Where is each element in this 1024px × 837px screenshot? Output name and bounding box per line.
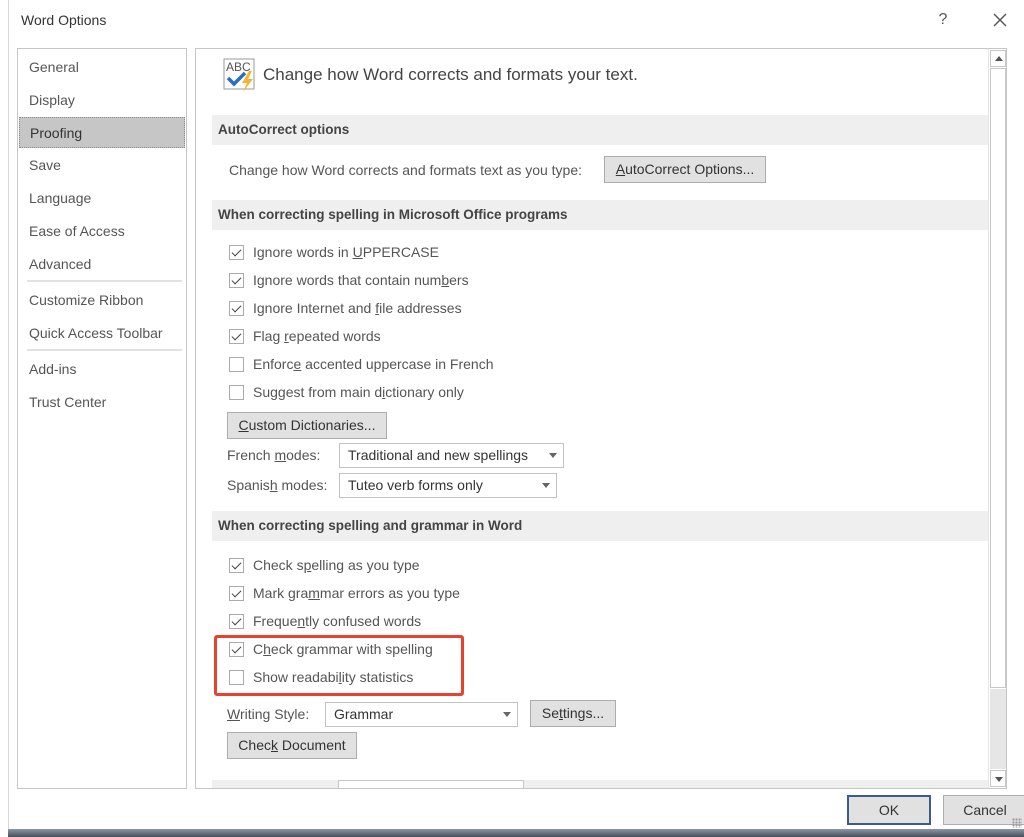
checkbox[interactable]: [229, 272, 244, 288]
word-options-dialog: Word Options ? General Display Proofing …: [8, 0, 1024, 830]
sidebar-item-general[interactable]: General: [19, 52, 185, 83]
option-label: Frequently confused words: [253, 613, 422, 629]
next-section-partial-control: [338, 780, 524, 788]
sidebar-divider: [27, 349, 182, 351]
option-label: Flag repeated words: [253, 328, 381, 344]
checkbox[interactable]: [229, 585, 244, 601]
dialog-title: Word Options: [21, 12, 107, 28]
option-label: Ignore words in UPPERCASE: [253, 244, 439, 260]
checkbox[interactable]: [229, 328, 244, 344]
option-label: Suggest from main dictionary only: [253, 384, 464, 400]
option-label: Check grammar with spelling: [253, 641, 433, 657]
autocorrect-options-button[interactable]: AutoCorrect Options...: [604, 156, 766, 183]
checkbox[interactable]: [229, 244, 244, 260]
sidebar-item-customize-ribbon[interactable]: Customize Ribbon: [19, 285, 185, 316]
window-bottom-edge: [8, 829, 1024, 837]
chevron-down-icon: [549, 453, 557, 458]
option-check-spelling-as-you-type[interactable]: Check spelling as you type: [229, 557, 420, 573]
option-label: Show readability statistics: [253, 669, 414, 685]
scroll-up-arrow-icon[interactable]: [990, 50, 1006, 67]
sidebar-divider: [27, 280, 182, 282]
section-office-spelling: When correcting spelling in Microsoft Of…: [212, 200, 991, 230]
spanish-modes-select[interactable]: Tuteo verb forms only: [339, 473, 557, 498]
checkbox[interactable]: [229, 300, 244, 316]
french-modes-select[interactable]: Traditional and new spellings: [339, 443, 564, 468]
chevron-down-icon: [503, 712, 511, 717]
sidebar-item-proofing[interactable]: Proofing: [19, 117, 185, 148]
svg-text:ABC: ABC: [226, 60, 251, 74]
option-label: Ignore Internet and file addresses: [253, 300, 462, 316]
option-check-grammar-with-spelling[interactable]: Check grammar with spelling: [229, 641, 433, 657]
btn-accel: A: [615, 161, 626, 177]
sidebar-item-ease-of-access[interactable]: Ease of Access: [19, 216, 185, 247]
sidebar-nav: General Display Proofing Save Language E…: [17, 48, 187, 789]
settings-button[interactable]: Settings...: [530, 700, 616, 727]
writing-style-select[interactable]: Grammar: [325, 702, 518, 727]
close-icon: [993, 13, 1007, 27]
scroll-down-arrow-icon[interactable]: [990, 770, 1006, 787]
proofing-content-pane: ABC Change how Word corrects and formats…: [195, 48, 1007, 789]
option-label: Mark grammar errors as you type: [253, 585, 460, 601]
scrollbar-thumb[interactable]: [990, 68, 1006, 688]
title-bar: Word Options ?: [9, 0, 1024, 40]
checkbox[interactable]: [229, 557, 244, 573]
scrollbar-track[interactable]: [990, 689, 1006, 769]
sidebar-item-add-ins[interactable]: Add-ins: [19, 354, 185, 385]
custom-dictionaries-button[interactable]: Custom Dictionaries...: [227, 412, 387, 439]
option-flag-repeated-words[interactable]: Flag repeated words: [229, 328, 381, 344]
sidebar-item-save[interactable]: Save: [19, 150, 185, 181]
option-mark-grammar-errors[interactable]: Mark grammar errors as you type: [229, 585, 460, 601]
section-autocorrect-options: AutoCorrect options: [212, 115, 991, 145]
option-ignore-numbers[interactable]: Ignore words that contain numbers: [229, 272, 469, 288]
select-value: Grammar: [334, 706, 394, 722]
abc-check-icon: ABC: [223, 57, 255, 93]
page-header-text: Change how Word corrects and formats you…: [263, 65, 638, 84]
check-document-button[interactable]: Check Document: [227, 732, 357, 759]
select-value: Tuteo verb forms only: [348, 477, 483, 493]
checkbox[interactable]: [229, 384, 244, 400]
section-word-spelling-grammar: When correcting spelling and grammar in …: [212, 511, 991, 541]
option-frequently-confused-words[interactable]: Frequently confused words: [229, 613, 421, 629]
checkbox[interactable]: [229, 356, 244, 372]
sidebar-item-advanced[interactable]: Advanced: [19, 249, 185, 280]
spanish-modes-label: Spanish modes:: [227, 477, 328, 493]
option-suggest-main-dictionary[interactable]: Suggest from main dictionary only: [229, 384, 464, 400]
french-modes-label: French modes:: [227, 447, 321, 463]
select-value: Traditional and new spellings: [348, 447, 529, 463]
option-show-readability-statistics[interactable]: Show readability statistics: [229, 669, 413, 685]
checkbox[interactable]: [229, 669, 244, 685]
checkbox[interactable]: [229, 613, 244, 629]
option-enforce-accented-uppercase[interactable]: Enforce accented uppercase in French: [229, 356, 494, 372]
option-ignore-internet-addresses[interactable]: Ignore Internet and file addresses: [229, 300, 462, 316]
btn-text: utoCorrect Options...: [625, 161, 755, 177]
sidebar-item-trust-center[interactable]: Trust Center: [19, 387, 185, 418]
checkbox[interactable]: [229, 641, 244, 657]
help-button[interactable]: ?: [931, 8, 955, 32]
sidebar-item-display[interactable]: Display: [19, 85, 185, 116]
option-label: Ignore words that contain numbers: [253, 272, 469, 288]
sidebar-item-quick-access-toolbar[interactable]: Quick Access Toolbar: [19, 318, 185, 349]
writing-style-label: Writing Style:: [227, 706, 310, 722]
resize-grip-icon[interactable]: [1012, 818, 1022, 828]
vertical-scrollbar[interactable]: [988, 49, 1006, 788]
next-section-partial: [212, 780, 991, 788]
option-label: Enforce accented uppercase in French: [253, 356, 494, 372]
autocorrect-description: Change how Word corrects and formats tex…: [229, 162, 583, 178]
option-ignore-uppercase[interactable]: Ignore words in UPPERCASE: [229, 244, 439, 260]
close-button[interactable]: [986, 8, 1014, 32]
chevron-down-icon: [542, 483, 550, 488]
ok-button[interactable]: OK: [847, 795, 931, 825]
sidebar-item-language[interactable]: Language: [19, 183, 185, 214]
page-header: ABC Change how Word corrects and formats…: [223, 55, 638, 95]
option-label: Check spelling as you type: [253, 557, 420, 573]
